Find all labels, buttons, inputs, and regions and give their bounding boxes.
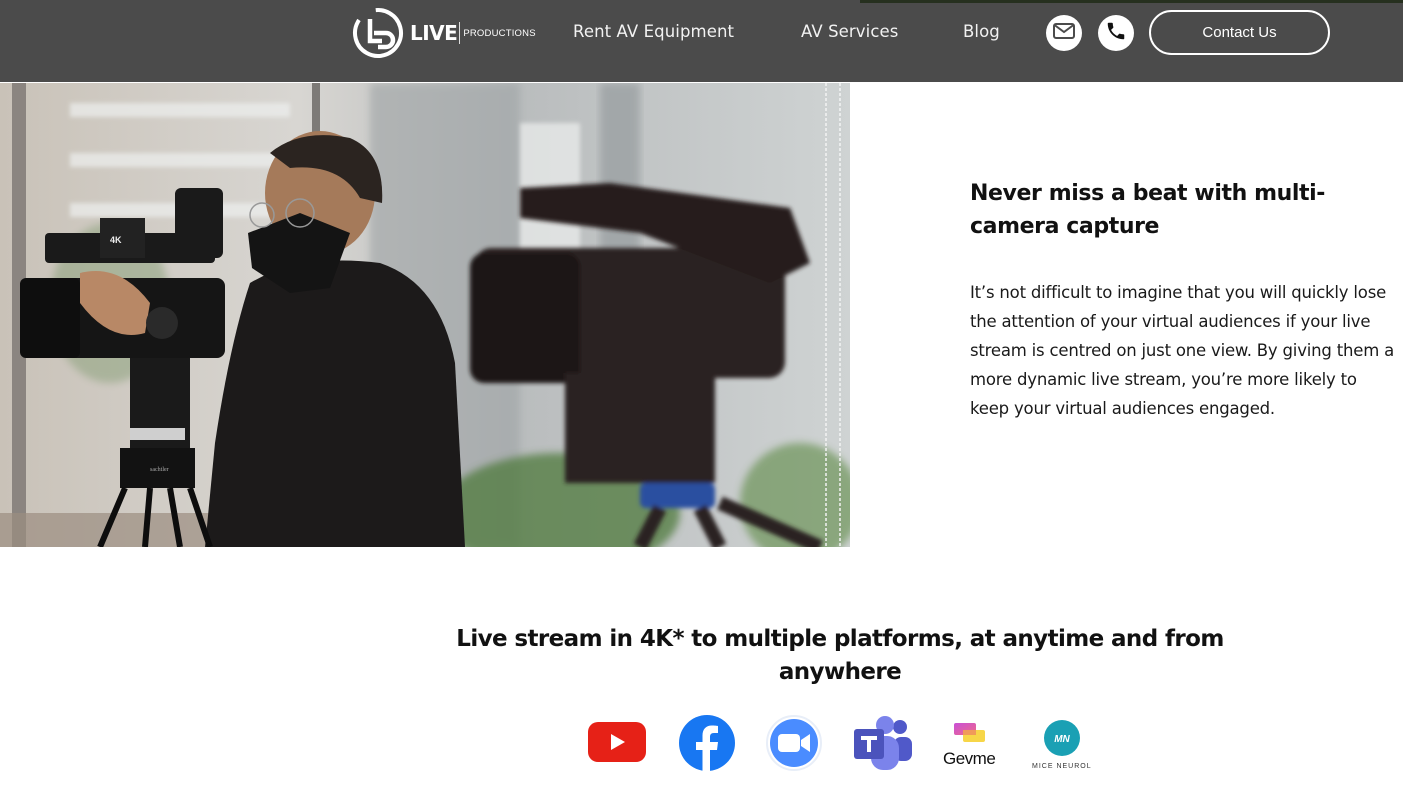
email-button[interactable] <box>1046 15 1082 51</box>
nav-rent-av-equipment[interactable]: Rent AV Equipment <box>573 22 734 41</box>
site-header: LIVE PRODUCTIONS Rent AV Equipment AV Se… <box>0 0 1403 82</box>
svg-text:sachtler: sachtler <box>150 467 169 473</box>
feature-body: It’s not difficult to imagine that you w… <box>970 283 1395 418</box>
svg-text:4K: 4K <box>110 235 122 245</box>
header-top-strip <box>860 0 1403 3</box>
logo-divider <box>459 22 461 44</box>
platform-mice-neurol: MN MICE NEUROL <box>1032 719 1092 770</box>
live-productions-logo-icon <box>352 7 404 59</box>
platform-gevme: Gevme <box>943 722 996 769</box>
contact-us-button[interactable]: Contact Us <box>1149 10 1330 55</box>
hero-image: 4K sachtler <box>0 83 850 547</box>
envelope-icon <box>1053 23 1075 43</box>
nav-blog[interactable]: Blog <box>963 22 1000 41</box>
mice-neurol-icon: MN <box>1043 719 1081 761</box>
logo-wordmark: LIVE <box>410 21 458 45</box>
streaming-title: Live stream in 4K* to multiple platforms… <box>456 626 1224 685</box>
platform-facebook <box>678 714 736 776</box>
mice-neurol-label: MICE NEUROL <box>1032 763 1092 770</box>
phone-icon <box>1105 20 1127 46</box>
zoom-icon <box>766 715 822 775</box>
gevme-label: Gevme <box>943 749 996 768</box>
youtube-icon <box>588 722 646 766</box>
nav-av-services[interactable]: AV Services <box>801 22 898 41</box>
platform-zoom <box>766 715 822 775</box>
feature-title: Never miss a beat with multi-camera capt… <box>970 181 1326 239</box>
platform-microsoft-teams <box>854 715 914 775</box>
person-jacket <box>205 260 465 547</box>
teams-icon <box>854 715 914 775</box>
facebook-icon <box>678 714 736 776</box>
svg-text:MN: MN <box>1054 734 1070 745</box>
site-logo[interactable]: LIVE PRODUCTIONS <box>352 7 536 59</box>
platform-youtube <box>588 722 646 766</box>
phone-button[interactable] <box>1098 15 1134 51</box>
gevme-icon <box>952 722 986 748</box>
logo-subtitle: PRODUCTIONS <box>463 27 536 39</box>
